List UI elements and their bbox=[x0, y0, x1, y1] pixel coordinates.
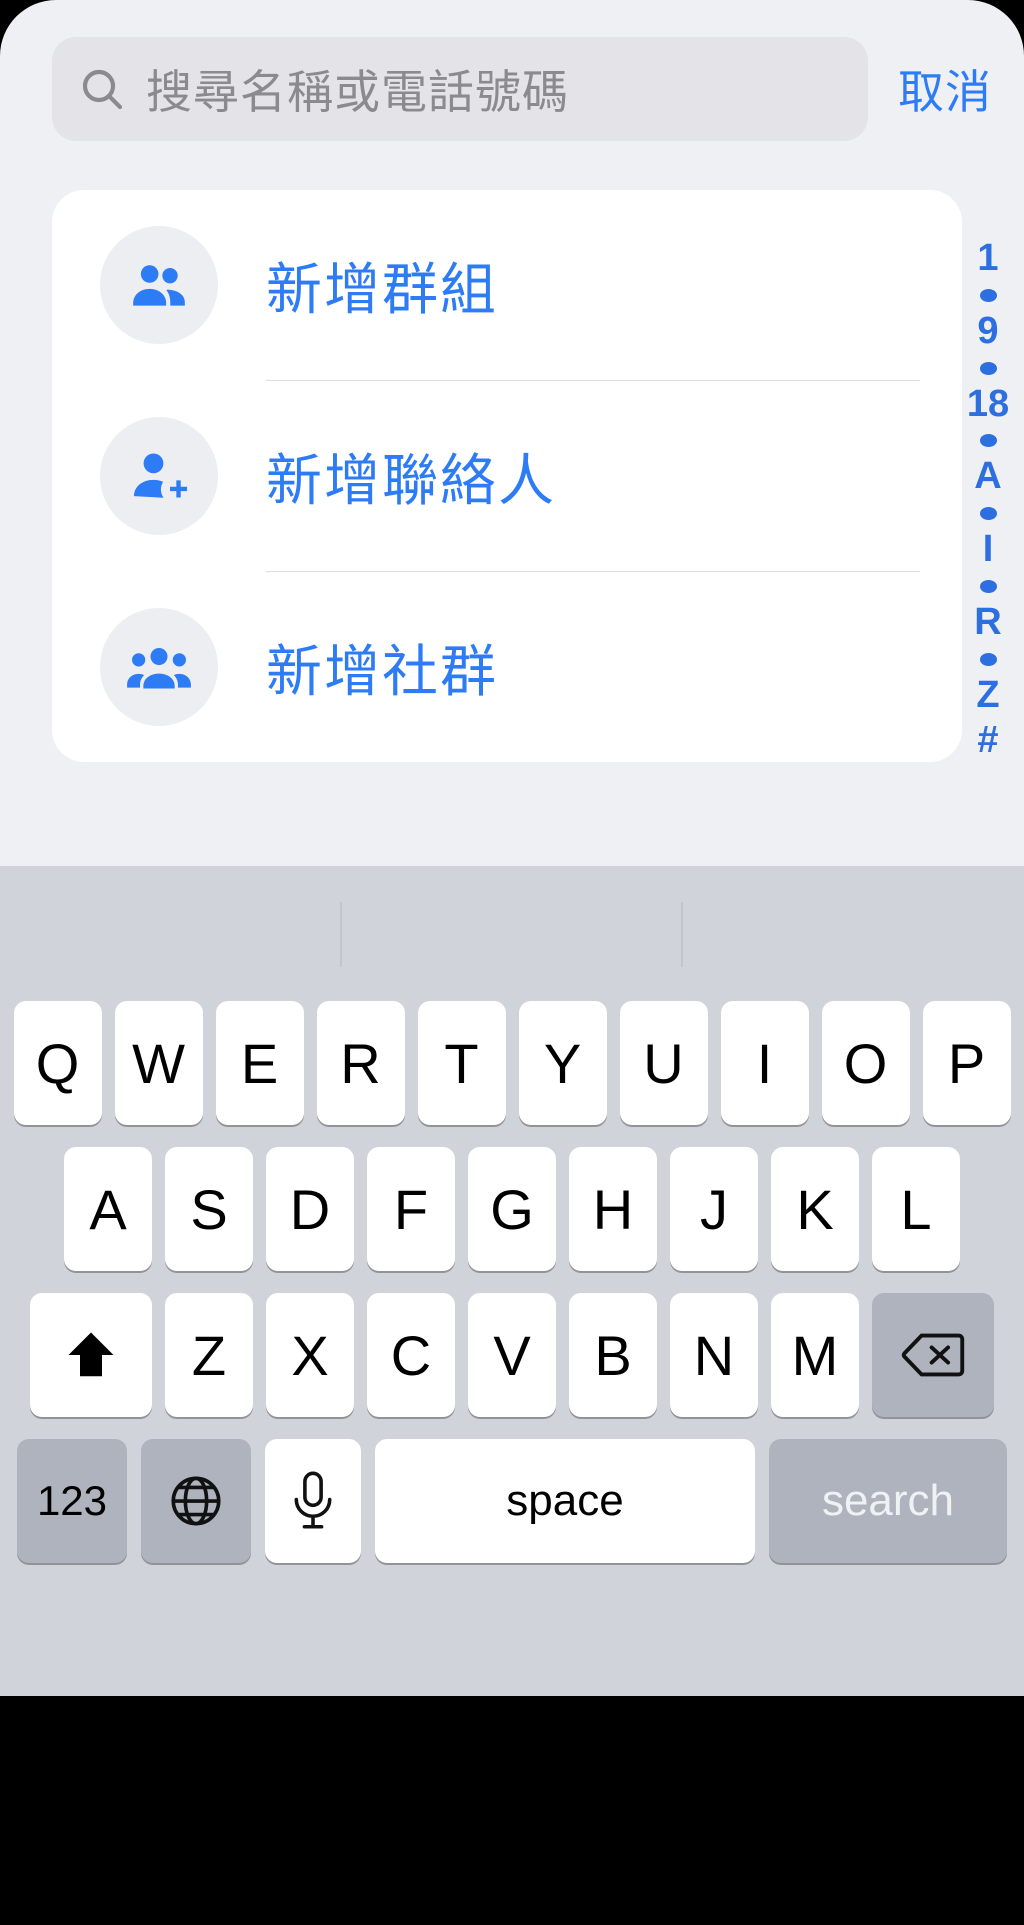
index-dot[interactable] bbox=[979, 652, 997, 666]
action-new-community[interactable]: 新增社群 bbox=[52, 572, 962, 762]
community-three-people-icon bbox=[100, 608, 218, 726]
action-label: 新增社群 bbox=[266, 639, 498, 703]
keyboard-row-2: A S D F G H J K L bbox=[0, 1147, 1024, 1271]
key-j[interactable]: J bbox=[670, 1147, 758, 1271]
cancel-button[interactable]: 取消 bbox=[898, 56, 992, 122]
onscreen-keyboard: Q W E R T Y U I O P A S D F G H J K L Z … bbox=[0, 866, 1024, 1696]
search-icon bbox=[78, 65, 126, 113]
phone-screen: 搜尋名稱或電話號碼 取消 新增群組 新增聯絡人 新增社群 1 9 18 A I … bbox=[0, 0, 1024, 1925]
search-return-key[interactable]: search bbox=[769, 1439, 1007, 1563]
index-dot[interactable] bbox=[979, 580, 997, 594]
globe-language-icon[interactable] bbox=[141, 1439, 251, 1563]
key-h[interactable]: H bbox=[569, 1147, 657, 1271]
key-b[interactable]: B bbox=[569, 1293, 657, 1417]
key-o[interactable]: O bbox=[821, 1001, 910, 1125]
action-new-group[interactable]: 新增群組 bbox=[52, 190, 962, 380]
numbers-key[interactable]: 123 bbox=[17, 1439, 127, 1563]
key-v[interactable]: V bbox=[468, 1293, 556, 1417]
key-s[interactable]: S bbox=[165, 1147, 253, 1271]
search-input[interactable]: 搜尋名稱或電話號碼 bbox=[52, 37, 868, 141]
index-entry[interactable]: Z bbox=[976, 673, 999, 718]
index-entry[interactable]: A bbox=[974, 454, 1001, 499]
key-n[interactable]: N bbox=[670, 1293, 758, 1417]
key-y[interactable]: Y bbox=[518, 1001, 607, 1125]
key-z[interactable]: Z bbox=[165, 1293, 253, 1417]
index-dot[interactable] bbox=[979, 288, 997, 302]
index-entry[interactable]: 9 bbox=[977, 309, 998, 354]
index-dot[interactable] bbox=[979, 507, 997, 521]
key-i[interactable]: I bbox=[720, 1001, 809, 1125]
microphone-icon[interactable] bbox=[265, 1439, 361, 1563]
key-f[interactable]: F bbox=[367, 1147, 455, 1271]
backspace-delete-icon[interactable] bbox=[872, 1293, 994, 1417]
space-key[interactable]: space bbox=[375, 1439, 755, 1563]
shift-up-arrow-icon[interactable] bbox=[30, 1293, 152, 1417]
key-m[interactable]: M bbox=[771, 1293, 859, 1417]
key-c[interactable]: C bbox=[367, 1293, 455, 1417]
index-entry[interactable]: # bbox=[977, 718, 998, 763]
search-bar-row: 搜尋名稱或電話號碼 取消 bbox=[0, 34, 1024, 144]
action-label: 新增群組 bbox=[266, 257, 498, 321]
key-q[interactable]: Q bbox=[13, 1001, 102, 1125]
prediction-bar bbox=[0, 866, 1024, 1001]
prediction-divider bbox=[340, 902, 342, 967]
key-e[interactable]: E bbox=[215, 1001, 304, 1125]
key-d[interactable]: D bbox=[266, 1147, 354, 1271]
index-entry[interactable]: I bbox=[983, 527, 994, 572]
person-add-icon bbox=[100, 417, 218, 535]
key-u[interactable]: U bbox=[619, 1001, 708, 1125]
search-placeholder-text: 搜尋名稱或電話號碼 bbox=[146, 66, 569, 118]
key-g[interactable]: G bbox=[468, 1147, 556, 1271]
bottom-black-area bbox=[0, 1696, 1024, 1925]
index-entry[interactable]: R bbox=[974, 600, 1001, 645]
index-dot[interactable] bbox=[979, 361, 997, 375]
key-x[interactable]: X bbox=[266, 1293, 354, 1417]
key-k[interactable]: K bbox=[771, 1147, 859, 1271]
alphabet-index[interactable]: 1 9 18 A I R Z # bbox=[960, 236, 1016, 763]
key-l[interactable]: L bbox=[872, 1147, 960, 1271]
contacts-search-screen: 搜尋名稱或電話號碼 取消 新增群組 新增聯絡人 新增社群 1 9 18 A I … bbox=[0, 0, 1024, 866]
action-label: 新增聯絡人 bbox=[266, 448, 556, 512]
key-t[interactable]: T bbox=[417, 1001, 506, 1125]
key-w[interactable]: W bbox=[114, 1001, 203, 1125]
index-dot[interactable] bbox=[979, 434, 997, 448]
key-r[interactable]: R bbox=[316, 1001, 405, 1125]
keyboard-row-4: 123 space search bbox=[0, 1439, 1024, 1563]
keyboard-row-3: Z X C V B N M bbox=[0, 1293, 1024, 1417]
keyboard-row-1: Q W E R T Y U I O P bbox=[0, 1001, 1024, 1125]
action-new-contact[interactable]: 新增聯絡人 bbox=[52, 381, 962, 571]
prediction-divider bbox=[681, 902, 683, 967]
index-entry[interactable]: 1 bbox=[977, 236, 998, 281]
index-entry[interactable]: 18 bbox=[967, 382, 1009, 427]
group-two-people-icon bbox=[100, 226, 218, 344]
key-p[interactable]: P bbox=[922, 1001, 1011, 1125]
key-a[interactable]: A bbox=[64, 1147, 152, 1271]
new-entry-action-card: 新增群組 新增聯絡人 新增社群 bbox=[52, 190, 962, 762]
